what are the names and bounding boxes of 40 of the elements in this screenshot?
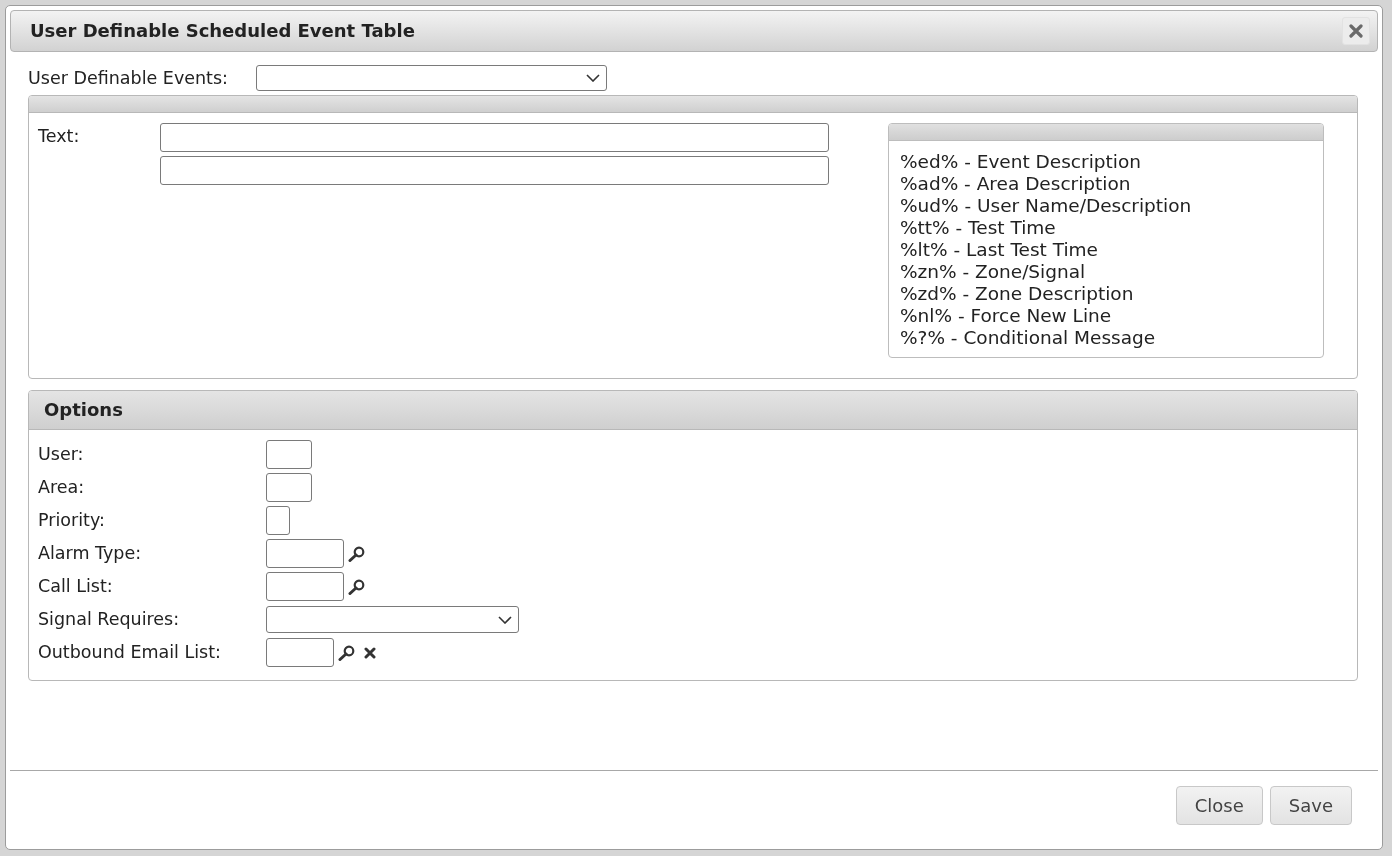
clear-icon — [364, 646, 376, 659]
search-icon — [348, 578, 365, 595]
field-label: Call List: — [38, 576, 114, 597]
search-icon — [348, 545, 365, 562]
legend-entry: %ud% - User Name/Description — [900, 195, 1193, 217]
text-input[interactable] — [266, 506, 290, 535]
legend-entry: %?% - Conditional Message — [900, 327, 1157, 349]
text-input[interactable] — [160, 123, 829, 152]
field-label: Area: — [38, 477, 86, 498]
text-input[interactable] — [266, 539, 344, 568]
close-button[interactable] — [1342, 17, 1370, 45]
chevron-down-icon — [586, 74, 600, 82]
field-label: Alarm Type: — [38, 543, 143, 564]
dialog-title: User Definable Scheduled Event Table — [30, 20, 415, 42]
field-label: Text: — [38, 125, 81, 147]
chevron-down-icon — [498, 615, 512, 624]
legend-entry: %lt% - Last Test Time — [900, 239, 1099, 261]
close-icon — [1349, 24, 1363, 38]
legend-entry: %ad% - Area Description — [900, 173, 1132, 195]
save-button[interactable]: Save — [1269, 786, 1352, 825]
field-label: User Definable Events: — [28, 67, 229, 89]
dropdown[interactable] — [266, 606, 519, 633]
legend-entry: %ed% - Event Description — [900, 151, 1142, 173]
legend-entry: %zn% - Zone/Signal — [900, 261, 1087, 283]
text-input[interactable] — [266, 638, 334, 667]
text-input[interactable] — [266, 440, 312, 469]
close-button[interactable]: Close — [1175, 786, 1263, 825]
panel-title: Options — [44, 399, 123, 421]
search-icon — [338, 644, 355, 661]
field-label: User: — [38, 444, 85, 465]
field-label: Signal Requires: — [38, 609, 181, 630]
legend-entry: %zd% - Zone Description — [900, 283, 1135, 305]
legend-entry: %nl% - Force New Line — [900, 305, 1113, 327]
field-label: Outbound Email List: — [38, 642, 222, 663]
legend-entry: %tt% - Test Time — [900, 217, 1057, 239]
text-input[interactable] — [266, 473, 312, 502]
field-label: Priority: — [38, 510, 106, 531]
events-dropdown[interactable] — [256, 65, 607, 91]
text-input[interactable] — [160, 156, 829, 185]
text-input[interactable] — [266, 572, 344, 601]
